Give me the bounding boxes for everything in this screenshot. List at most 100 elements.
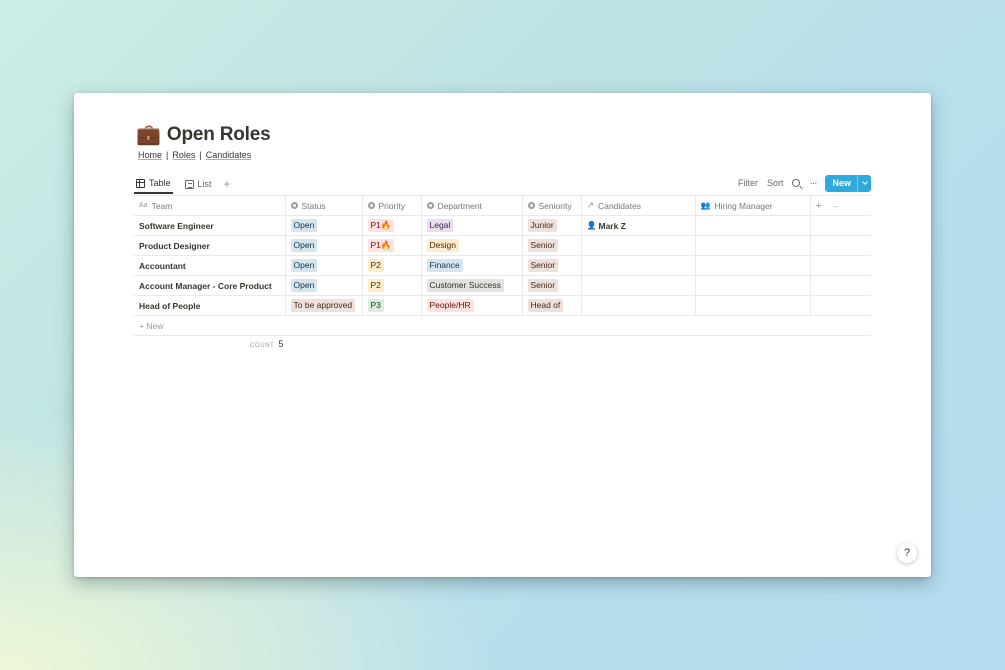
- table-row[interactable]: Head of People To be approved P3 People/…: [134, 295, 871, 316]
- column-header-department[interactable]: Department: [421, 195, 523, 216]
- cell-team[interactable]: Head of People: [134, 295, 286, 316]
- new-dropdown-button[interactable]: [857, 174, 871, 192]
- cell-hiring-manager[interactable]: [695, 295, 811, 316]
- help-button[interactable]: ?: [897, 543, 917, 563]
- count-summary[interactable]: COUNT 5: [250, 339, 283, 349]
- cell-empty: [810, 295, 871, 316]
- cell-team[interactable]: Product Designer: [134, 235, 286, 256]
- status-tag: To be approved: [290, 299, 356, 312]
- view-tabs: Table List +: [134, 174, 231, 194]
- column-header-priority[interactable]: Priority: [362, 195, 422, 216]
- cell-hiring-manager[interactable]: [695, 275, 811, 296]
- add-view-button[interactable]: +: [224, 178, 231, 190]
- seniority-tag: Junior: [527, 219, 557, 232]
- cell-seniority[interactable]: Senior: [522, 255, 582, 276]
- count-label: COUNT: [250, 343, 275, 349]
- cell-seniority[interactable]: Head of: [522, 295, 582, 316]
- seniority-tag: Head of: [527, 299, 564, 312]
- cell-empty: [810, 215, 871, 236]
- filter-button[interactable]: Filter: [738, 178, 758, 188]
- breadcrumb-separator: |: [199, 150, 202, 160]
- sort-button[interactable]: Sort: [767, 178, 784, 188]
- cell-candidates[interactable]: [581, 255, 696, 276]
- column-header-hiring-manager[interactable]: 👥 Hiring Manager: [695, 195, 811, 216]
- column-header-status[interactable]: Status: [285, 195, 363, 216]
- status-tag: Open: [290, 239, 318, 252]
- cell-team[interactable]: Accountant: [134, 255, 286, 276]
- cell-status[interactable]: Open: [285, 235, 363, 256]
- cell-hiring-manager[interactable]: [695, 255, 811, 276]
- person-property-icon: 👥: [700, 201, 711, 210]
- table-row[interactable]: Accountant Open P2 Finance Senior: [134, 255, 871, 276]
- column-header-seniority[interactable]: Seniority: [522, 195, 582, 216]
- list-icon: [184, 179, 194, 189]
- cell-department[interactable]: Finance: [421, 255, 523, 276]
- tab-table-label: Table: [149, 178, 171, 188]
- search-icon[interactable]: [792, 179, 801, 187]
- column-header-team[interactable]: Aa Team: [134, 195, 286, 216]
- add-column-button[interactable]: +: [816, 200, 822, 212]
- cell-status[interactable]: To be approved: [285, 295, 363, 316]
- table-row[interactable]: Software Engineer Open P1🔥 Legal Junior …: [134, 215, 871, 236]
- cell-seniority[interactable]: Junior: [522, 215, 582, 236]
- priority-tag: P1🔥: [367, 219, 395, 232]
- cell-priority[interactable]: P1🔥: [362, 215, 422, 236]
- table-row[interactable]: Product Designer Open P1🔥 Design Senior: [134, 235, 871, 256]
- column-header-candidates[interactable]: ↗ Candidates: [581, 195, 696, 216]
- count-value: 5: [278, 339, 284, 349]
- cell-department[interactable]: People/HR: [421, 295, 523, 316]
- status-tag: Open: [290, 259, 318, 272]
- column-header-label: Department: [437, 200, 482, 211]
- add-new-row-button[interactable]: + New: [134, 315, 871, 336]
- cell-team[interactable]: Software Engineer: [134, 215, 286, 236]
- cell-candidates[interactable]: [581, 235, 696, 256]
- cell-seniority[interactable]: Senior: [522, 275, 582, 296]
- tab-table[interactable]: Table: [134, 174, 173, 194]
- briefcase-icon[interactable]: 💼: [136, 123, 161, 147]
- new-button[interactable]: New: [825, 175, 857, 192]
- cell-priority[interactable]: P2: [362, 255, 422, 276]
- cell-hiring-manager[interactable]: [695, 215, 811, 236]
- chevron-down-icon: [861, 179, 868, 185]
- priority-tag: P3: [367, 299, 384, 312]
- seniority-tag: Senior: [527, 259, 559, 272]
- cell-priority[interactable]: P2: [362, 275, 422, 296]
- column-header-label: Hiring Manager: [714, 200, 773, 211]
- cell-candidates[interactable]: [581, 295, 696, 316]
- cell-hiring-manager[interactable]: [695, 235, 811, 256]
- candidate-name: Mark Z: [598, 220, 626, 231]
- more-options-icon[interactable]: ···: [809, 178, 817, 189]
- select-property-icon: [527, 202, 535, 209]
- cell-team[interactable]: Account Manager - Core Product: [134, 275, 286, 296]
- seniority-tag: Senior: [527, 239, 559, 252]
- relation-arrow-icon: ↗: [586, 200, 595, 210]
- cell-department[interactable]: Customer Success: [421, 275, 523, 296]
- tab-list[interactable]: List: [183, 174, 214, 194]
- breadcrumb-candidates-link[interactable]: Candidates: [206, 150, 252, 160]
- database-toolbar: Filter Sort ··· New: [738, 174, 871, 192]
- cell-status[interactable]: Open: [285, 275, 363, 296]
- candidate-link[interactable]: 👤 Mark Z: [587, 221, 690, 231]
- cell-department[interactable]: Design: [421, 235, 523, 256]
- cell-candidates[interactable]: [581, 275, 696, 296]
- cell-empty: [810, 275, 871, 296]
- cell-empty: [810, 255, 871, 276]
- cell-status[interactable]: Open: [285, 215, 363, 236]
- page-title[interactable]: Open Roles: [167, 124, 271, 146]
- table-icon: [136, 178, 145, 188]
- cell-status[interactable]: Open: [285, 255, 363, 276]
- breadcrumb-roles-link[interactable]: Roles: [172, 150, 195, 160]
- cell-seniority[interactable]: Senior: [522, 235, 582, 256]
- cell-priority[interactable]: P3: [362, 295, 422, 316]
- column-actions: + ···: [810, 195, 871, 216]
- breadcrumb-separator: |: [166, 150, 169, 160]
- cell-priority[interactable]: P1🔥: [362, 235, 422, 256]
- cell-candidates[interactable]: 👤 Mark Z: [581, 215, 696, 236]
- column-more-icon[interactable]: ···: [832, 201, 838, 211]
- table-row[interactable]: Account Manager - Core Product Open P2 C…: [134, 275, 871, 296]
- breadcrumb-home-link[interactable]: Home: [138, 150, 162, 160]
- breadcrumb: Home | Roles | Candidates: [138, 150, 251, 160]
- new-button-group: New: [825, 174, 871, 192]
- new-row[interactable]: + New: [134, 315, 871, 336]
- cell-department[interactable]: Legal: [421, 215, 523, 236]
